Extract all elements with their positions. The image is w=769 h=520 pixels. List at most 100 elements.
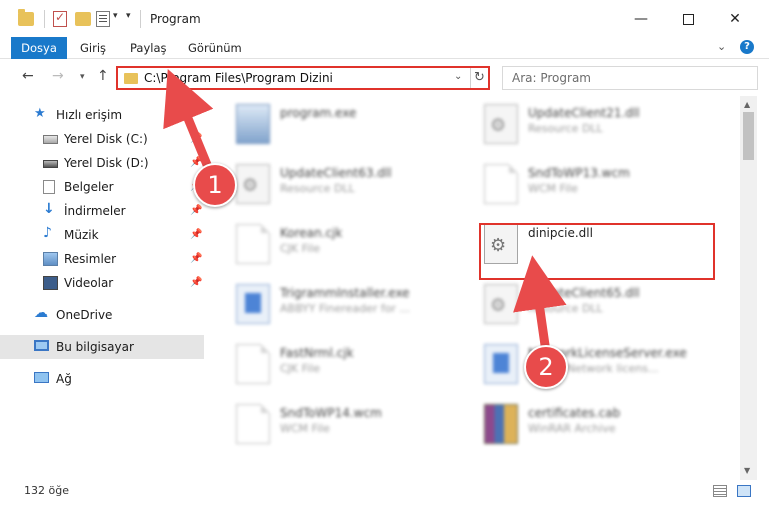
file-name: Korean.cjk: [280, 226, 343, 240]
scroll-thumb[interactable]: [743, 112, 754, 160]
file-item-program-exe[interactable]: program.exe: [228, 96, 478, 152]
pin-icon: 📌: [190, 253, 203, 264]
toolbar-separator: [140, 10, 141, 28]
close-button[interactable]: ✕: [720, 8, 750, 30]
file-name: certificates.cab: [528, 406, 621, 420]
sidebar-item-downloads[interactable]: ↓ İndirmeler 📌: [0, 199, 204, 223]
navigation-bar: ← → ▾ ↑ C:\Program Files\Program Dizini …: [0, 60, 769, 96]
refresh-icon[interactable]: ↻: [470, 68, 488, 88]
downloads-icon: ↓: [43, 201, 55, 217]
highlight-box: [479, 223, 715, 280]
back-button[interactable]: ←: [22, 68, 34, 84]
file-item-trigramminstaller[interactable]: TrigrammInstaller.exe ABBYY Finereader f…: [228, 276, 478, 332]
file-type: WCM File: [280, 422, 330, 435]
sidebar-item-label: Müzik: [64, 228, 99, 242]
file-item-updateclient21[interactable]: UpdateClient21.dll Resource DLL: [476, 96, 726, 152]
recent-locations-button[interactable]: ▾: [80, 72, 85, 82]
file-name: program.exe: [280, 106, 357, 120]
documents-icon: [43, 180, 55, 194]
music-icon: ♪: [43, 225, 52, 241]
tab-share[interactable]: Paylaş: [120, 37, 177, 59]
file-name: SndToWP14.wcm: [280, 406, 382, 420]
star-icon: ★: [34, 106, 46, 121]
scroll-up-icon[interactable]: ▲: [744, 100, 750, 109]
sidebar-item-quick-access[interactable]: ★ Hızlı erişim: [0, 103, 204, 127]
tab-home[interactable]: Giriş: [70, 37, 116, 59]
sidebar-item-videos[interactable]: Videolar 📌: [0, 271, 204, 295]
address-path[interactable]: C:\Program Files\Program Dizini: [144, 71, 333, 85]
cloud-icon: ☁: [34, 305, 48, 321]
drive-icon: [43, 135, 58, 144]
sidebar-item-label: OneDrive: [56, 308, 113, 322]
file-name: UpdateClient63.dll: [280, 166, 392, 180]
winrar-icon: [484, 404, 518, 444]
properties-check-icon[interactable]: [53, 10, 67, 27]
sidebar-item-label: Ağ: [56, 372, 72, 386]
sidebar-item-local-disk-d[interactable]: Yerel Disk (D:) 📌: [0, 151, 204, 175]
file-type: ABBYY Finereader for ...: [280, 302, 410, 315]
file-icon: [236, 404, 270, 444]
sidebar-item-pictures[interactable]: Resimler 📌: [0, 247, 204, 271]
sidebar-item-label: Belgeler: [64, 180, 114, 194]
file-icon: [236, 344, 270, 384]
title-bar: ▾ ▾ Program — ✕: [0, 0, 769, 38]
file-type: WCM File: [528, 182, 578, 195]
folder-icon: [124, 73, 138, 84]
pin-icon: 📌: [190, 133, 203, 144]
maximize-button[interactable]: [683, 14, 694, 25]
tab-file[interactable]: Dosya: [11, 37, 67, 59]
file-type: Resource DLL: [528, 302, 603, 315]
navigation-pane: ★ Hızlı erişim Yerel Disk (C:) 📌 Yerel D…: [0, 100, 212, 470]
status-bar: 132 öğe: [0, 480, 769, 502]
file-item-certificates-cab[interactable]: certificates.cab WinRAR Archive: [476, 396, 726, 452]
sidebar-item-documents[interactable]: Belgeler 📌: [0, 175, 204, 199]
file-item-korean-cjk[interactable]: Korean.cjk CJK File: [228, 216, 478, 272]
file-icon: [484, 164, 518, 204]
search-input[interactable]: Ara: Program: [502, 66, 758, 90]
toolbar-separator: [44, 10, 45, 28]
ribbon: Dosya Giriş Paylaş Görünüm ⌄ ?: [0, 37, 769, 59]
sidebar-item-label: Bu bilgisayar: [56, 340, 134, 354]
file-item-networklicenseserver[interactable]: NetworkLicenseServer.exe ABBYY Network l…: [476, 336, 726, 392]
videos-icon: [43, 276, 58, 290]
customize-toolbar-icon[interactable]: ▾: [126, 11, 131, 21]
sidebar-item-label: Yerel Disk (C:): [64, 132, 148, 146]
file-item-sndtowp14[interactable]: SndToWP14.wcm WCM File: [228, 396, 478, 452]
tab-view[interactable]: Görünüm: [178, 37, 252, 59]
help-icon[interactable]: ?: [740, 40, 754, 54]
dll-gear-icon: [484, 284, 518, 324]
sidebar-item-onedrive[interactable]: ☁ OneDrive: [0, 303, 204, 327]
computer-icon: [34, 340, 49, 351]
file-name: UpdateClient21.dll: [528, 106, 640, 120]
address-dropdown-icon[interactable]: ⌄: [454, 71, 462, 82]
pin-icon: 📌: [190, 277, 203, 288]
scroll-down-icon[interactable]: ▼: [744, 466, 750, 475]
expand-ribbon-icon[interactable]: ⌄: [717, 40, 726, 53]
sidebar-item-music[interactable]: ♪ Müzik 📌: [0, 223, 204, 247]
sidebar-item-network[interactable]: Ağ: [0, 367, 204, 391]
pin-icon: 📌: [190, 205, 203, 216]
file-name: FastNrml.cjk: [280, 346, 354, 360]
file-type: WinRAR Archive: [528, 422, 616, 435]
step-badge-2: 2: [524, 345, 568, 389]
address-bar[interactable]: C:\Program Files\Program Dizini ⌄ ↻: [116, 66, 490, 90]
file-item-updateclient63[interactable]: UpdateClient63.dll Resource DLL: [228, 156, 478, 212]
tiles-view-icon[interactable]: [737, 485, 751, 497]
chevron-down-icon[interactable]: ▾: [113, 11, 118, 21]
new-folder-icon[interactable]: [75, 12, 91, 26]
pin-icon: 📌: [190, 157, 203, 168]
minimize-button[interactable]: —: [626, 8, 656, 30]
file-type: CJK File: [280, 242, 321, 255]
vertical-scrollbar[interactable]: ▲ ▼: [740, 96, 757, 480]
details-view-icon[interactable]: [713, 485, 727, 497]
up-button[interactable]: ↑: [97, 68, 109, 84]
file-item-sndtowp13[interactable]: SndToWP13.wcm WCM File: [476, 156, 726, 212]
file-item-fastnrml[interactable]: FastNrml.cjk CJK File: [228, 336, 478, 392]
sidebar-item-this-pc[interactable]: Bu bilgisayar: [0, 335, 204, 359]
file-item-updateclient65[interactable]: UpdateClient65.dll Resource DLL: [476, 276, 726, 332]
network-icon: [34, 372, 49, 383]
file-type: Resource DLL: [280, 182, 355, 195]
sidebar-item-local-disk-c[interactable]: Yerel Disk (C:) 📌: [0, 127, 204, 151]
rename-icon[interactable]: [96, 11, 110, 27]
forward-button[interactable]: →: [52, 68, 64, 84]
